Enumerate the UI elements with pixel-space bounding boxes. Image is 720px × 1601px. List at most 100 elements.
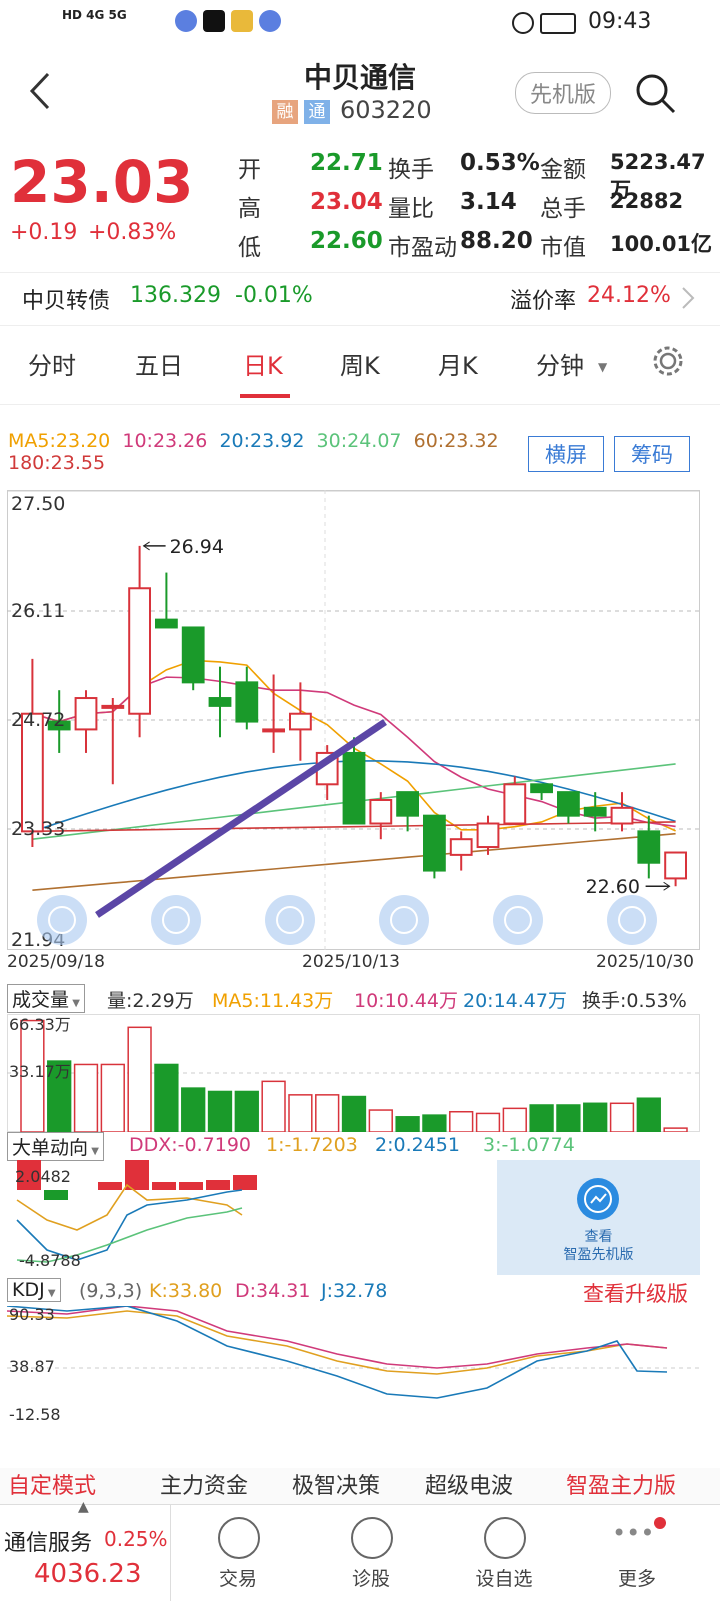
kdj-j: J:32.78 bbox=[321, 1280, 388, 1302]
price-change: +0.19 bbox=[10, 220, 78, 245]
date-mid: 2025/10/13 bbox=[302, 952, 400, 972]
zoom-out-control-icon[interactable] bbox=[265, 895, 315, 945]
tab-five-day[interactable]: 五日 bbox=[135, 346, 183, 381]
quote-label: 低 bbox=[238, 235, 261, 261]
settings-gear-icon[interactable] bbox=[650, 343, 686, 379]
candle-body bbox=[181, 626, 205, 684]
left-control-icon[interactable] bbox=[379, 895, 429, 945]
tab-smart-decision[interactable]: 极智决策 bbox=[292, 1468, 380, 1500]
date-start: 2025/09/18 bbox=[7, 952, 105, 972]
search-button[interactable] bbox=[634, 72, 678, 116]
trade-icon bbox=[218, 1517, 260, 1559]
quote-label: 换手 bbox=[388, 157, 434, 183]
volume-bar bbox=[288, 1094, 313, 1132]
mode-tabs: 自定模式 主力资金 极智决策 超级电波 智盈主力版 bbox=[0, 1468, 720, 1506]
zoom-in-control-icon[interactable] bbox=[151, 895, 201, 945]
ddx-bar bbox=[98, 1182, 122, 1190]
tab-intraday[interactable]: 分时 bbox=[28, 346, 76, 381]
ma30-value: 30:24.07 bbox=[316, 430, 402, 452]
ddx-value: DDX:-0.7190 bbox=[129, 1134, 252, 1156]
fullscreen-control-bg bbox=[607, 895, 657, 945]
pro-version-button[interactable]: 先机版 bbox=[515, 72, 612, 114]
quote-label: 金额 bbox=[540, 157, 586, 183]
right-control-bg bbox=[493, 895, 543, 945]
right-control-icon[interactable] bbox=[493, 895, 543, 945]
ddx-bar bbox=[179, 1182, 203, 1190]
landscape-button[interactable]: 横屏 bbox=[528, 436, 604, 472]
candle-body bbox=[369, 798, 393, 825]
promo-line1: 查看 bbox=[584, 1229, 613, 1245]
y-axis-label: 27.50 bbox=[11, 493, 65, 515]
volume-bar bbox=[475, 1112, 501, 1132]
convertible-bond-row[interactable]: 中贝转债 136.329 -0.01% 溢价率 24.12% bbox=[0, 272, 720, 326]
pro-promo-card[interactable]: 查看 智盈先机版 bbox=[497, 1160, 700, 1275]
left-control-bg bbox=[379, 895, 429, 945]
volume-indicator-select[interactable]: 成交量 ▼ bbox=[7, 984, 85, 1013]
tab-daily-k[interactable]: 日K bbox=[243, 346, 283, 381]
ma5-value: MA5:23.20 bbox=[8, 430, 111, 452]
active-tab-indicator bbox=[240, 394, 290, 398]
kline-chart[interactable]: 27.5026.1124.7223.3321.9426.9422.60 bbox=[7, 490, 700, 950]
kdj-indicator-select[interactable]: KDJ ▼ bbox=[7, 1278, 61, 1302]
ddx-bar bbox=[233, 1175, 257, 1190]
volume-ma10: 10:10.44万 bbox=[354, 990, 458, 1012]
high-annotation: 26.94 bbox=[170, 536, 224, 558]
ddx-indicator-select[interactable]: 大单动向 ▼ bbox=[7, 1132, 104, 1161]
caret-down-icon: ▼ bbox=[44, 1288, 56, 1299]
tab-custom-mode[interactable]: 自定模式 bbox=[8, 1468, 96, 1500]
tab-main-funds[interactable]: 主力资金 bbox=[160, 1468, 248, 1500]
quote-value: 88.20 bbox=[460, 228, 533, 254]
chip-distribution-button[interactable]: 筹码 bbox=[614, 436, 690, 472]
volume-ma5: MA5:11.43万 bbox=[212, 990, 334, 1012]
sector-index[interactable]: 通信服务 0.25% 4036.23 bbox=[0, 1505, 171, 1601]
tab-monthly-k[interactable]: 月K bbox=[438, 346, 478, 381]
kdj-d-line bbox=[7, 1306, 668, 1369]
quote-label: 市盈动 bbox=[388, 235, 457, 261]
app-notification-icon-2 bbox=[259, 10, 281, 32]
volume-bar bbox=[556, 1104, 581, 1132]
quote-label: 开 bbox=[238, 157, 261, 183]
rewind-control-icon[interactable] bbox=[37, 895, 87, 945]
view-upgrade-link[interactable]: 查看升级版 bbox=[583, 1278, 688, 1308]
trend-icon bbox=[577, 1178, 619, 1220]
bottom-nav: ▲ 通信服务 0.25% 4036.23 交易 诊股 设自选 ••• 更多 bbox=[0, 1499, 720, 1601]
tab-minute[interactable]: 分钟 bbox=[536, 346, 584, 381]
ddx-line2: 2:0.2451 bbox=[375, 1134, 460, 1156]
volume-bar bbox=[181, 1087, 206, 1132]
zoom-in-control-bg bbox=[151, 895, 201, 945]
kdj-y-label: 38.87 bbox=[9, 1357, 55, 1376]
candle-body bbox=[503, 783, 527, 825]
nav-diagnose[interactable]: 诊股 bbox=[306, 1505, 436, 1601]
chevron-right-icon bbox=[682, 287, 695, 309]
fullscreen-control-icon[interactable] bbox=[607, 895, 657, 945]
nav-more[interactable]: ••• 更多 bbox=[572, 1505, 702, 1601]
tab-weekly-k[interactable]: 周K bbox=[340, 346, 380, 381]
tab-pro-main[interactable]: 智盈主力版 bbox=[566, 1468, 676, 1500]
volume-bar bbox=[636, 1097, 661, 1132]
ddx-bar bbox=[206, 1180, 230, 1190]
volume-bar bbox=[529, 1104, 554, 1132]
kdj-selector-label: KDJ bbox=[12, 1279, 45, 1301]
nav-trade-label: 交易 bbox=[218, 1568, 257, 1590]
notification-dot bbox=[654, 1517, 666, 1529]
kdj-legend: KDJ ▼ (9,3,3) K:33.80 D:34.31 J:32.78 查看… bbox=[7, 1278, 707, 1306]
tab-super-wave[interactable]: 超级电波 bbox=[425, 1468, 513, 1500]
nav-trade[interactable]: 交易 bbox=[173, 1505, 303, 1601]
volume-bar bbox=[395, 1116, 420, 1132]
quote-label: 量比 bbox=[388, 196, 434, 222]
nav-add-watchlist[interactable]: 设自选 bbox=[439, 1505, 569, 1601]
price-change-pct: +0.83% bbox=[88, 220, 177, 245]
volume-ma20: 20:14.47万 bbox=[463, 990, 567, 1012]
margin-badge: 融 bbox=[272, 100, 298, 124]
volume-bar bbox=[422, 1114, 447, 1132]
kdj-k-line bbox=[7, 1310, 668, 1375]
ddx-y-label: -4.8788 bbox=[19, 1251, 81, 1270]
quote-label: 总手 bbox=[540, 196, 586, 222]
candle-body bbox=[101, 704, 125, 709]
volume-bar bbox=[234, 1090, 259, 1132]
candle-body bbox=[74, 697, 98, 731]
volume-bar bbox=[261, 1080, 286, 1132]
quote-value: 100.01亿 bbox=[610, 232, 713, 256]
status-bar: HD 4G 5G 09:43 bbox=[0, 0, 720, 48]
kdj-j-line bbox=[7, 1306, 668, 1399]
